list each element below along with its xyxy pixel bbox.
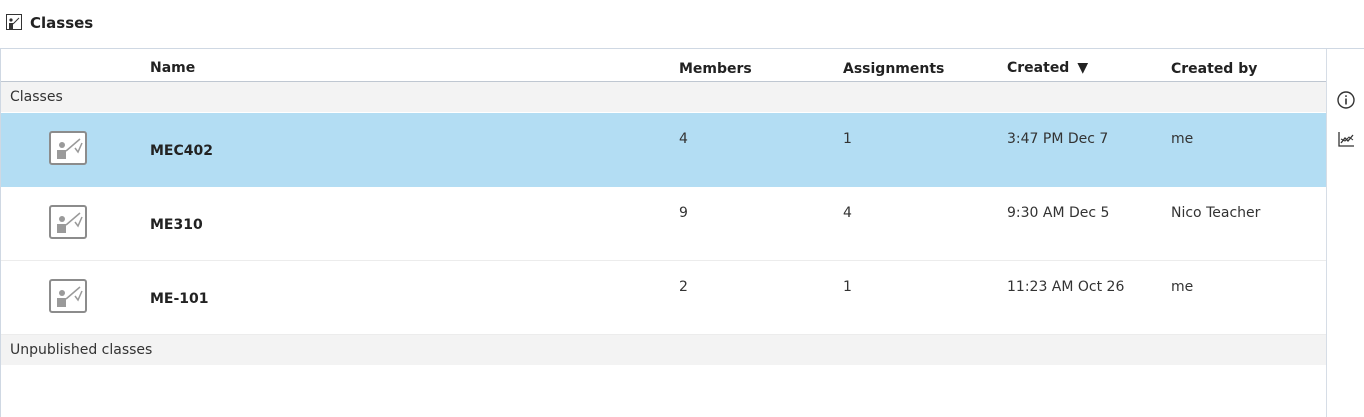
column-header-name[interactable]: Name xyxy=(150,60,195,76)
table-row[interactable]: ME-101 2 1 11:23 AM Oct 26 me xyxy=(1,261,1326,335)
class-thumbnail-icon xyxy=(49,131,87,165)
page-header: Classes xyxy=(0,0,1364,48)
column-header-created-label: Created xyxy=(1007,60,1070,76)
class-thumbnail-icon xyxy=(49,205,87,239)
column-header-created[interactable]: Created ▼ xyxy=(1007,60,1088,76)
members-count: 9 xyxy=(679,205,688,221)
info-icon[interactable] xyxy=(1336,90,1356,110)
class-thumbnail-icon xyxy=(49,279,87,313)
class-name: MEC402 xyxy=(150,143,213,159)
class-name: ME310 xyxy=(150,217,203,233)
created-date: 11:23 AM Oct 26 xyxy=(1007,279,1125,295)
created-date: 3:47 PM Dec 7 xyxy=(1007,131,1109,147)
assignments-count: 1 xyxy=(843,279,852,295)
members-count: 4 xyxy=(679,131,688,147)
created-by: Nico Teacher xyxy=(1171,205,1261,221)
chart-icon[interactable] xyxy=(1336,129,1356,149)
column-header-assignments[interactable]: Assignments xyxy=(843,61,944,77)
class-name: ME-101 xyxy=(150,291,209,307)
section-label: Classes xyxy=(10,89,63,105)
column-header-created-by[interactable]: Created by xyxy=(1171,61,1257,77)
section-label: Unpublished classes xyxy=(10,342,153,358)
section-unpublished: Unpublished classes xyxy=(1,335,1326,365)
section-classes: Classes xyxy=(1,82,1326,112)
sort-desc-icon: ▼ xyxy=(1077,60,1089,76)
created-by: me xyxy=(1171,131,1194,147)
assignments-count: 1 xyxy=(843,131,852,147)
page-title: Classes xyxy=(30,14,94,32)
assignments-count: 4 xyxy=(843,205,852,221)
created-by: me xyxy=(1171,279,1194,295)
column-header-members[interactable]: Members xyxy=(679,61,752,77)
column-header-row: Name Members Assignments Created ▼ Create… xyxy=(1,49,1326,82)
created-date: 9:30 AM Dec 5 xyxy=(1007,205,1110,221)
table-row[interactable]: ME310 9 4 9:30 AM Dec 5 Nico Teacher xyxy=(1,187,1326,261)
table-row[interactable]: MEC402 4 1 3:47 PM Dec 7 me xyxy=(1,113,1326,187)
side-toolbar xyxy=(1326,49,1364,417)
classes-table: Name Members Assignments Created ▼ Create… xyxy=(0,49,1326,417)
members-count: 2 xyxy=(679,279,688,295)
class-icon xyxy=(6,14,22,30)
